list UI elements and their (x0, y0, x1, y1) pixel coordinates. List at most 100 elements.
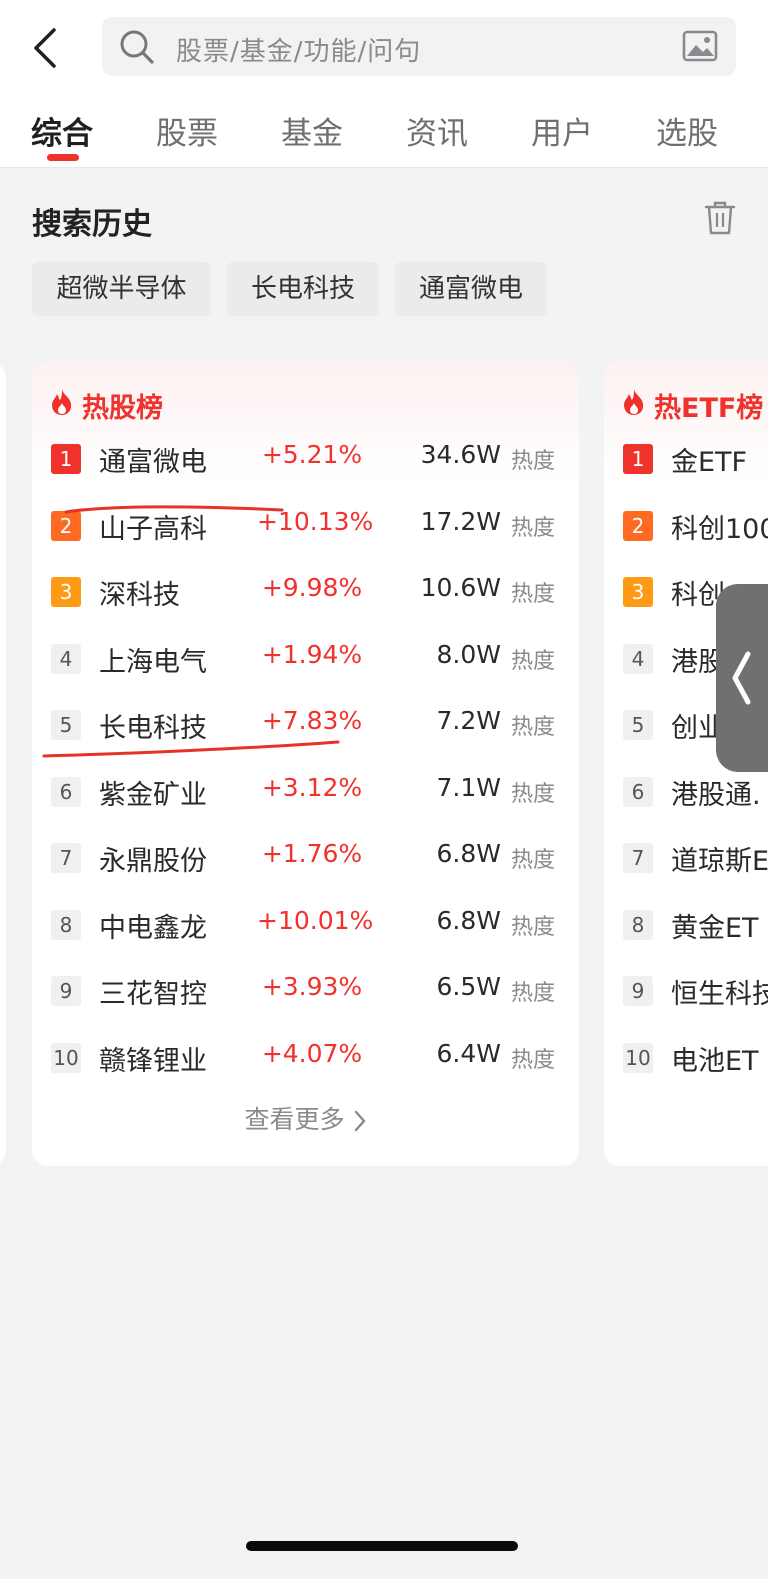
category-tabs: 综合 股票 基金 资讯 用户 选股 (0, 104, 768, 164)
price-change: +9.98% (261, 573, 363, 602)
hot-etf-title: 热ETF榜 (654, 393, 764, 424)
heat-value: 7.1W (436, 772, 501, 802)
price-change: +4.07% (261, 1038, 363, 1068)
heat-label: 热度 (510, 515, 555, 541)
hot-etf-row[interactable]: 7 道琼斯E (604, 827, 768, 893)
etf-name: 电池ET (671, 1045, 759, 1077)
price-change: +1.76% (261, 839, 363, 868)
heat-value: 8.0W (436, 639, 501, 669)
view-more-button[interactable]: 查看更多 (32, 1100, 579, 1136)
heat-label: 热度 (510, 914, 555, 940)
rank-badge: 2 (51, 510, 81, 541)
hot-stock-row[interactable]: 9 三花智控 +3.93% 6.5W 热度 (32, 960, 579, 1026)
tab-stocks[interactable]: 股票 (156, 108, 218, 153)
rank-badge: 9 (51, 976, 81, 1006)
rank-badge: 8 (623, 909, 653, 940)
rank-badge: 7 (623, 843, 653, 873)
back-button[interactable] (28, 26, 64, 70)
home-indicator (246, 1541, 518, 1551)
etf-name: 黄金ET (671, 912, 759, 944)
stock-name: 山子高科 (99, 513, 207, 545)
stock-name: 永鼎股份 (99, 846, 207, 877)
heat-value: 6.8W (436, 905, 501, 935)
search-history-title: 搜索历史 (32, 207, 152, 242)
hot-stock-row[interactable]: 5 长电科技 +7.83% 7.2W 热度 (32, 694, 579, 760)
price-change: +5.21% (261, 440, 363, 469)
history-chip[interactable]: 超微半导体 (32, 262, 211, 316)
trash-icon[interactable] (704, 200, 736, 236)
stock-name: 中电鑫龙 (99, 912, 207, 944)
search-bar[interactable]: 股票/基金/功能/问句 (102, 17, 736, 76)
rank-badge: 6 (623, 776, 653, 807)
search-icon (120, 30, 154, 64)
view-more-label: 查看更多 (244, 1105, 345, 1134)
heat-label: 热度 (510, 981, 555, 1006)
tab-users[interactable]: 用户 (531, 108, 593, 153)
image-search-icon[interactable] (682, 29, 718, 63)
heat-value: 10.6W (420, 573, 501, 602)
rank-badge: 5 (51, 710, 81, 740)
active-tab-indicator (47, 154, 79, 161)
rank-badge: 1 (623, 444, 653, 474)
top-bar: 股票/基金/功能/问句 综合 股票 基金 资讯 用户 选股 (0, 0, 768, 168)
etf-name: 恒生科技 (671, 979, 768, 1010)
rank-badge: 4 (623, 643, 653, 674)
price-change: +7.83% (261, 706, 363, 735)
flame-icon (52, 389, 72, 415)
rank-badge: 2 (623, 510, 653, 541)
tab-stock-picker[interactable]: 选股 (656, 108, 718, 153)
history-chip[interactable]: 通富微电 (395, 262, 547, 316)
stock-name: 长电科技 (99, 713, 207, 744)
chevron-left-icon (34, 28, 56, 68)
side-panel-handle[interactable] (716, 584, 768, 772)
heat-label: 热度 (510, 781, 555, 807)
flame-icon (624, 389, 644, 415)
previous-card-edge (0, 362, 6, 1166)
hot-etf-row[interactable]: 9 恒生科技 (604, 960, 768, 1026)
rank-badge: 9 (623, 976, 653, 1006)
tab-news[interactable]: 资讯 (406, 108, 468, 153)
heat-value: 7.2W (436, 706, 501, 735)
hot-stock-row[interactable]: 10 赣锋锂业 +4.07% 6.4W 热度 (32, 1027, 579, 1093)
hot-stock-row[interactable]: 1 通富微电 +5.21% 34.6W 热度 (32, 428, 579, 494)
rank-badge: 6 (51, 776, 81, 807)
heat-value: 6.4W (436, 1038, 501, 1068)
hot-stock-row[interactable]: 8 中电鑫龙 +10.01% 6.8W 热度 (32, 894, 579, 960)
etf-name: 港股通. (671, 779, 761, 811)
etf-name: 金ETF (671, 447, 748, 478)
stock-name: 紫金矿业 (99, 779, 207, 811)
hot-stock-row[interactable]: 4 上海电气 +1.94% 8.0W 热度 (32, 628, 579, 694)
rank-badge: 3 (51, 577, 81, 607)
rank-badge: 4 (51, 643, 81, 674)
hot-stock-row[interactable]: 6 紫金矿业 +3.12% 7.1W 热度 (32, 761, 579, 827)
heat-label: 热度 (510, 848, 555, 873)
heat-label: 热度 (510, 648, 555, 674)
hot-stock-row[interactable]: 3 深科技 +9.98% 10.6W 热度 (32, 561, 579, 627)
hot-etf-row[interactable]: 8 黄金ET (604, 894, 768, 960)
hot-stocks-card: 热股榜 1 通富微电 +5.21% 34.6W 热度 2 山子高科 +10.13% 17.2W 热… (32, 362, 579, 1166)
tab-comprehensive[interactable]: 综合 (31, 108, 93, 153)
history-chip[interactable]: 长电科技 (227, 262, 379, 316)
chevron-left-icon (732, 651, 751, 705)
rank-badge: 8 (51, 909, 81, 940)
stock-name: 赣锋锂业 (99, 1045, 207, 1077)
rank-badge: 7 (51, 843, 81, 873)
tab-funds[interactable]: 基金 (281, 108, 343, 153)
heat-label: 热度 (510, 582, 555, 607)
search-placeholder: 股票/基金/功能/问句 (176, 37, 422, 67)
heat-label: 热度 (510, 449, 555, 474)
rank-badge: 5 (623, 710, 653, 740)
rank-badge: 10 (51, 1042, 81, 1073)
hot-etf-row[interactable]: 10 电池ET (604, 1027, 768, 1093)
hot-etf-row[interactable]: 1 金ETF (604, 428, 768, 494)
rank-badge: 1 (51, 444, 81, 474)
price-change: +10.13% (257, 506, 374, 536)
hot-stock-row[interactable]: 2 山子高科 +10.13% 17.2W 热度 (32, 495, 579, 561)
rank-badge: 3 (623, 577, 653, 607)
heat-label: 热度 (510, 1047, 555, 1073)
hot-stock-row[interactable]: 7 永鼎股份 +1.76% 6.8W 热度 (32, 827, 579, 893)
stock-name: 上海电气 (99, 646, 207, 678)
price-change: +3.12% (261, 772, 363, 802)
heat-value: 34.6W (420, 440, 501, 469)
hot-etf-row[interactable]: 2 科创100 (604, 495, 768, 561)
